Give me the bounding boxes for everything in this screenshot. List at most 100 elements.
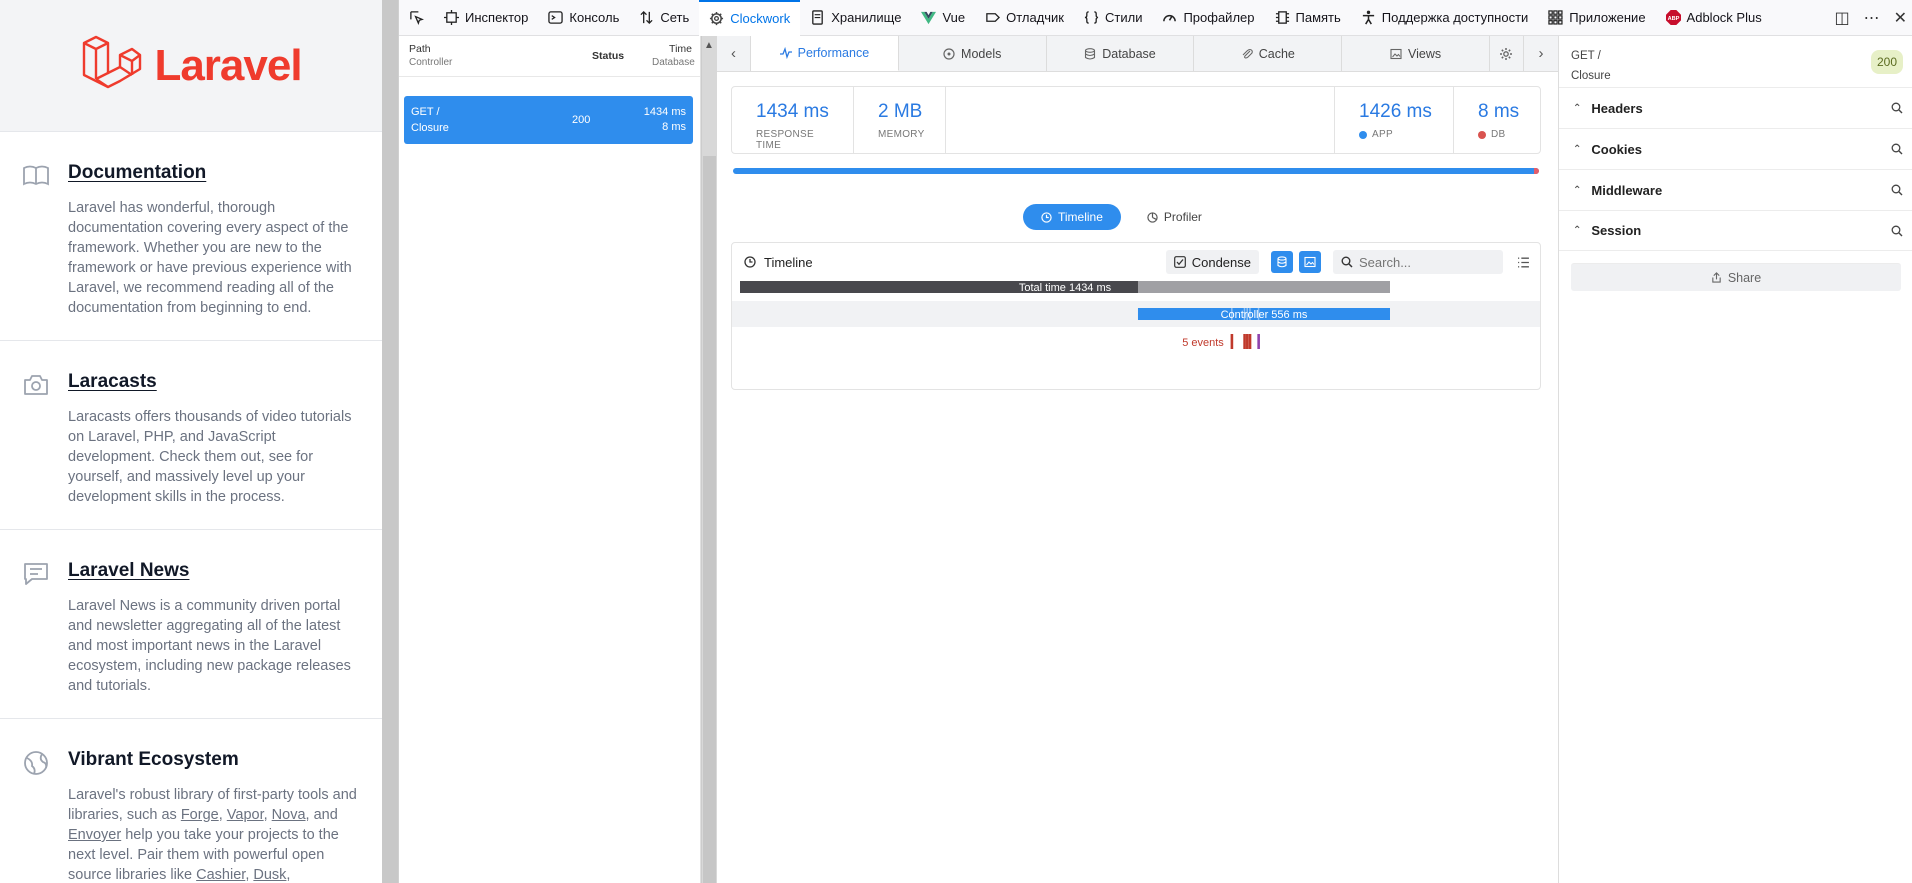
timeline-panel: Timeline Condense Total time 143 xyxy=(731,242,1541,390)
timeline-header: Timeline Condense xyxy=(732,243,1540,281)
tab-clockwork[interactable]: Clockwork xyxy=(699,0,801,36)
tab-accessibility[interactable]: Поддержка доступности xyxy=(1351,0,1539,36)
chat-icon xyxy=(24,563,48,585)
time-column-header[interactable]: Time Database xyxy=(652,43,695,69)
profiler-toggle-button[interactable]: Profiler xyxy=(1129,204,1220,230)
search-icon xyxy=(1341,256,1353,268)
cashier-link[interactable]: Cashier xyxy=(196,867,245,883)
views-filter-button[interactable] xyxy=(1299,251,1321,273)
tab-debugger[interactable]: Отладчик xyxy=(975,0,1074,36)
chevron-up-icon: ⌃ xyxy=(1573,184,1582,196)
share-label: Share xyxy=(1727,270,1762,285)
documentation-description: Laravel has wonderful, thorough document… xyxy=(68,200,352,316)
status-column-header[interactable]: Status xyxy=(592,50,652,62)
condense-checkbox[interactable]: Condense xyxy=(1165,250,1259,274)
inspector-icon xyxy=(444,10,459,25)
sidebar-item-middleware[interactable]: ⌃ Middleware xyxy=(1559,169,1912,210)
more-options-icon[interactable]: ⋯ xyxy=(1864,8,1880,28)
camera-icon xyxy=(24,375,48,395)
scrollbar-thumb[interactable] xyxy=(703,156,716,883)
documentation-link[interactable]: Documentation xyxy=(68,162,360,184)
request-path: GET / Closure xyxy=(411,104,572,136)
section-documentation: Documentation Laravel has wonderful, tho… xyxy=(0,132,382,341)
timeline-search-input[interactable] xyxy=(1359,254,1489,270)
scroll-up-icon[interactable]: ▲ xyxy=(704,40,714,51)
request-row[interactable]: GET / Closure 200 1434 ms 8 ms xyxy=(404,96,693,144)
close-icon[interactable]: ✕ xyxy=(1894,8,1907,28)
time-header: Time xyxy=(669,43,692,55)
db-label-row: DB xyxy=(1478,129,1520,140)
laravel-news-link[interactable]: Laravel News xyxy=(68,560,360,582)
request-list-header: Path Controller Status Time Database xyxy=(399,36,700,77)
sidebar-item-cookies[interactable]: ⌃ Cookies xyxy=(1559,128,1912,169)
search-icon[interactable] xyxy=(1891,102,1903,114)
sidebar-item-label: Headers xyxy=(1591,100,1643,116)
request-method-path: GET / xyxy=(411,106,440,118)
tab-label: Стили xyxy=(1105,10,1143,25)
tab-application[interactable]: Приложение xyxy=(1538,0,1655,36)
envoyer-link[interactable]: Envoyer xyxy=(68,827,121,843)
nova-link[interactable]: Nova xyxy=(272,807,306,823)
dusk-link[interactable]: Dusk xyxy=(253,867,286,883)
tab-label: Профайлер xyxy=(1183,10,1255,25)
pie-icon xyxy=(1147,211,1158,223)
share-button[interactable]: Share xyxy=(1571,263,1901,291)
tab-label: Adblock Plus xyxy=(1686,10,1762,25)
sidebar-item-headers[interactable]: ⌃ Headers xyxy=(1559,87,1912,128)
path-column-header[interactable]: Path Controller xyxy=(409,43,592,69)
tab-models[interactable]: Models xyxy=(899,36,1047,71)
condense-label: Condense xyxy=(1191,254,1251,270)
tab-inspector[interactable]: Инспектор xyxy=(434,0,538,36)
clock-icon xyxy=(744,256,756,268)
adblock-icon: ABP xyxy=(1665,10,1681,25)
event-marker xyxy=(1243,334,1246,349)
laravel-welcome-page: Laravel Documentation Laravel has wonder… xyxy=(0,0,382,883)
element-picker-button[interactable] xyxy=(399,0,434,36)
sidebar-item-session[interactable]: ⌃ Session xyxy=(1559,210,1912,251)
timeline-toggle-button[interactable]: Timeline xyxy=(1023,204,1121,230)
request-detail-panel: ‹ Performance Models Database Cache View… xyxy=(717,36,1559,883)
devtools-panel: Инспектор Консоль Сеть Clockwork Хранили… xyxy=(398,0,1912,883)
request-sidebar: GET / Closure 200 ⌃ Headers ⌃ Cookies ⌃ … xyxy=(1559,36,1912,883)
tab-label: Database xyxy=(1102,46,1156,61)
forge-link[interactable]: Forge xyxy=(181,807,219,823)
dock-side-icon[interactable]: ◫ xyxy=(1834,8,1849,28)
tab-memory[interactable]: Память xyxy=(1265,0,1351,36)
debugger-icon xyxy=(986,13,1001,22)
tab-storage[interactable]: Хранилище xyxy=(800,0,911,36)
laravel-logo[interactable]: Laravel xyxy=(0,0,382,132)
tab-network[interactable]: Сеть xyxy=(629,0,699,36)
app-dot xyxy=(1359,130,1367,139)
search-icon[interactable] xyxy=(1891,184,1903,196)
clockwork-icon xyxy=(710,11,724,26)
tab-views[interactable]: Views xyxy=(1342,36,1490,71)
tab-performance[interactable]: Performance xyxy=(751,36,899,71)
memory-label: MEMORY xyxy=(878,129,925,140)
event-marker xyxy=(1230,334,1234,349)
search-icon[interactable] xyxy=(1891,225,1903,237)
list-icon[interactable] xyxy=(1517,256,1530,269)
settings-button[interactable] xyxy=(1490,36,1524,71)
page-scrollbar[interactable] xyxy=(382,0,398,883)
response-time-value: 1434 ms xyxy=(756,101,829,122)
tab-label: Cache xyxy=(1258,46,1295,61)
tab-vue[interactable]: Vue xyxy=(911,0,975,36)
tab-profiler[interactable]: Профайлер xyxy=(1152,0,1264,36)
event-marker xyxy=(1257,334,1260,349)
request-list-scrollbar[interactable]: ▲ xyxy=(701,36,717,883)
laracasts-link[interactable]: Laracasts xyxy=(68,371,360,393)
vapor-link[interactable]: Vapor xyxy=(227,807,264,823)
chevron-up-icon: ⌃ xyxy=(1573,225,1582,236)
tab-cache[interactable]: Cache xyxy=(1194,36,1343,71)
tab-database[interactable]: Database xyxy=(1047,36,1195,71)
search-icon[interactable] xyxy=(1891,143,1903,155)
tab-console[interactable]: Консоль xyxy=(538,0,629,36)
tab-label: Performance xyxy=(797,46,870,60)
tabs-scroll-left-button[interactable]: ‹ xyxy=(717,36,751,71)
db-value: 8 ms xyxy=(1478,101,1520,122)
tab-adblock-plus[interactable]: ABP Adblock Plus xyxy=(1656,0,1772,36)
tab-styles[interactable]: Стили xyxy=(1074,0,1152,36)
laracasts-description: Laracasts offers thousands of video tuto… xyxy=(68,409,352,505)
database-filter-button[interactable] xyxy=(1271,251,1293,273)
tabs-scroll-right-button[interactable]: › xyxy=(1524,36,1558,71)
